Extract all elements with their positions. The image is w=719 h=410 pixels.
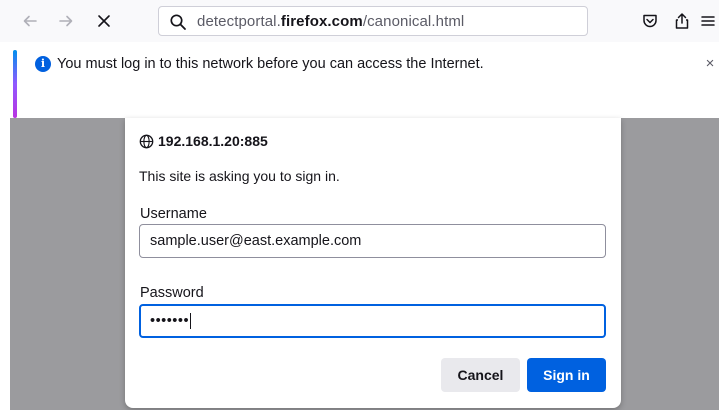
username-label: Username [140,206,207,222]
share-button[interactable] [668,7,696,35]
globe-icon [139,134,154,148]
password-field[interactable]: ••••••• [139,304,606,338]
back-button[interactable] [16,7,44,35]
hamburger-menu-icon [701,16,715,26]
text-caret [190,313,192,330]
sign-in-dialog: 192.168.1.20:885 This site is asking you… [125,118,621,408]
pocket-button[interactable] [636,7,664,35]
page-edge [0,118,10,410]
app-menu-button[interactable] [697,7,719,35]
notification-close-button[interactable]: × [702,55,718,73]
captive-portal-notification: i You must log in to this network before… [0,42,719,118]
url-path: /canonical.html [362,13,465,30]
arrow-right-icon [59,15,73,27]
password-label: Password [140,285,204,301]
url-bar[interactable]: detectportal.firefox.com/canonical.html [158,6,588,36]
cancel-button[interactable]: Cancel [441,358,520,392]
origin-host: 192.168.1.20:885 [158,133,268,149]
sign-in-button[interactable]: Sign in [527,358,606,392]
browser-toolbar: detectportal.firefox.com/canonical.html [0,0,719,42]
notification-text: You must log in to this network before y… [57,56,484,72]
url-prefix: detectportal. [197,13,281,30]
url-text: detectportal.firefox.com/canonical.html [197,13,464,31]
dialog-prompt: This site is asking you to sign in. [139,168,340,184]
url-domain: firefox.com [280,13,363,30]
password-value: ••••••• [150,313,190,329]
stop-button[interactable] [90,7,118,35]
username-value: sample.user@east.example.com [150,233,362,249]
dialog-origin: 192.168.1.20:885 [139,132,268,150]
forward-button[interactable] [52,7,80,35]
close-icon [98,15,110,27]
search-icon [170,14,186,30]
info-icon: i [35,56,51,72]
username-field[interactable]: sample.user@east.example.com [139,224,606,258]
arrow-left-icon [23,15,37,27]
pocket-icon [643,14,657,28]
notification-accent-bar [13,50,17,118]
share-icon [675,13,689,29]
